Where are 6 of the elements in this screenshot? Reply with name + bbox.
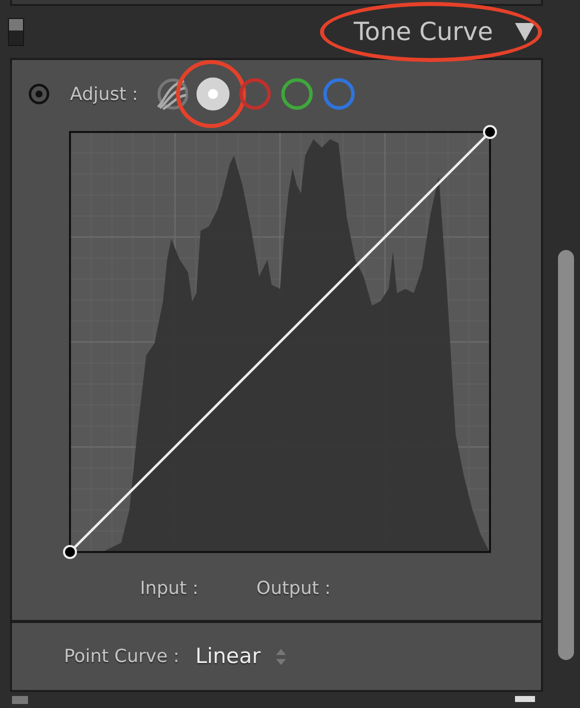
point-curve-label: Point Curve : — [64, 645, 180, 669]
adjust-label: Adjust : — [70, 82, 138, 106]
input-label: Input : — [140, 576, 198, 600]
output-label: Output : — [256, 576, 331, 600]
panel-title[interactable]: Tone Curve — [354, 13, 493, 51]
point-curve-select[interactable]: Linear — [195, 640, 287, 672]
